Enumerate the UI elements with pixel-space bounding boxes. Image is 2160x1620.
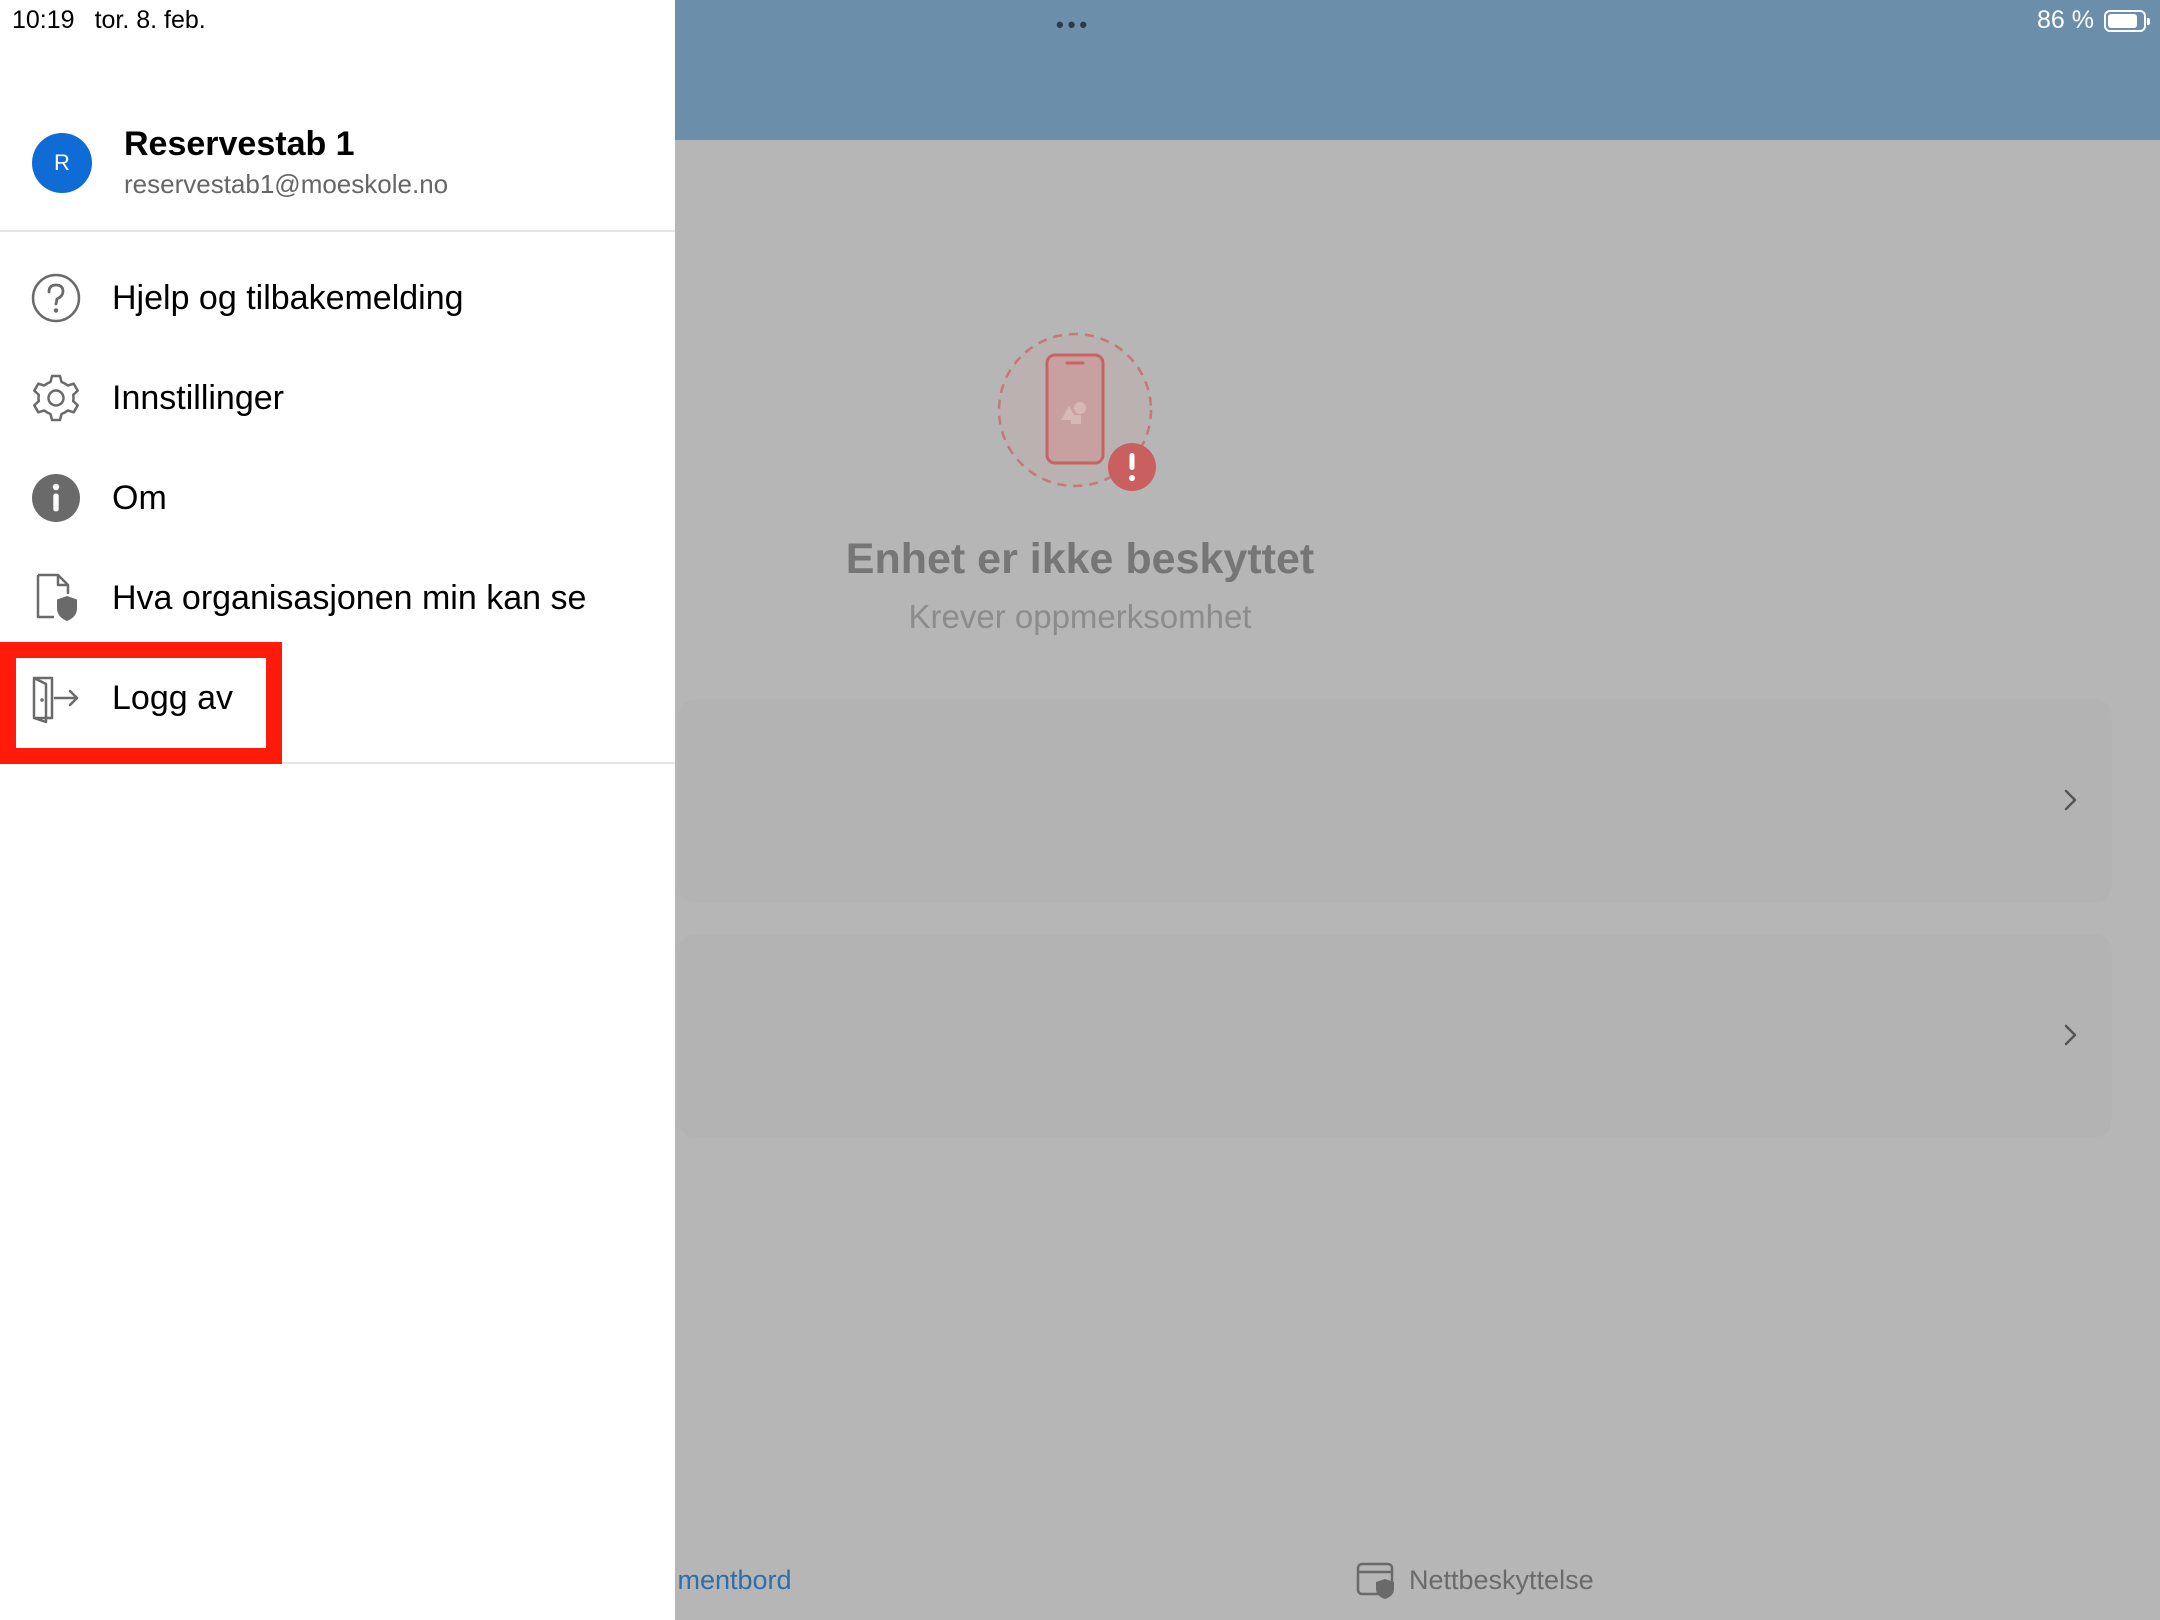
status-card[interactable] [680, 935, 2110, 1135]
status-time: 10:19 [12, 6, 75, 34]
battery-icon [2104, 9, 2150, 32]
battery-fill [2108, 13, 2137, 28]
profile-name: Reservestab 1 [124, 125, 355, 163]
status-date: tor. 8. feb. [94, 6, 206, 34]
profile-header[interactable]: R Reservestab 1 reservestab1@moeskole.no [0, 115, 675, 232]
web-shield-icon [1356, 1562, 1394, 1599]
chevron-right-icon [2064, 1024, 2077, 1046]
menu-item-about[interactable]: Om [0, 448, 675, 548]
status-card[interactable] [680, 700, 2110, 900]
profile-email: reservestab1@moeskole.no [124, 169, 449, 199]
battery-percent: 86 % [2037, 6, 2094, 34]
avatar: R [32, 133, 92, 193]
device-status-subtitle: Krever oppmerksomhet [908, 598, 1252, 635]
status-right: 86 % [2037, 6, 2150, 35]
gear-icon [30, 372, 82, 424]
status-left: 10:19 tor. 8. feb. [12, 6, 206, 35]
menu-item-label: Hjelp og tilbakemelding [112, 278, 464, 317]
chevron-right-icon [2064, 789, 2077, 811]
tab-web-protection[interactable]: Nettbeskyttelse [1355, 1540, 1594, 1620]
multitask-dots[interactable]: ••• [1056, 12, 1091, 38]
menu-item-label: Om [112, 478, 167, 517]
highlight-box [0, 642, 282, 764]
device-status-title: Enhet er ikke beskyttet [845, 535, 1315, 583]
device-warning-icon [997, 332, 1156, 491]
menu-item-label: Hva organisasjonen min kan se [112, 578, 587, 617]
tab-web-protection-label: Nettbeskyttelse [1409, 1564, 1594, 1595]
menu-item-privacy[interactable]: Hva organisasjonen min kan se [0, 548, 675, 648]
menu-item-help[interactable]: Hjelp og tilbakemelding [0, 248, 675, 348]
side-drawer: 10:19 tor. 8. feb. R Reservestab 1 reser… [0, 0, 675, 1620]
menu-item-settings[interactable]: Innstillinger [0, 348, 675, 448]
document-shield-icon [30, 572, 82, 624]
info-icon [30, 472, 82, 524]
help-circle-icon [30, 272, 82, 324]
menu-item-label: Innstillinger [112, 378, 284, 417]
tab-dashboard[interactable]: ımentbord [670, 1540, 792, 1620]
